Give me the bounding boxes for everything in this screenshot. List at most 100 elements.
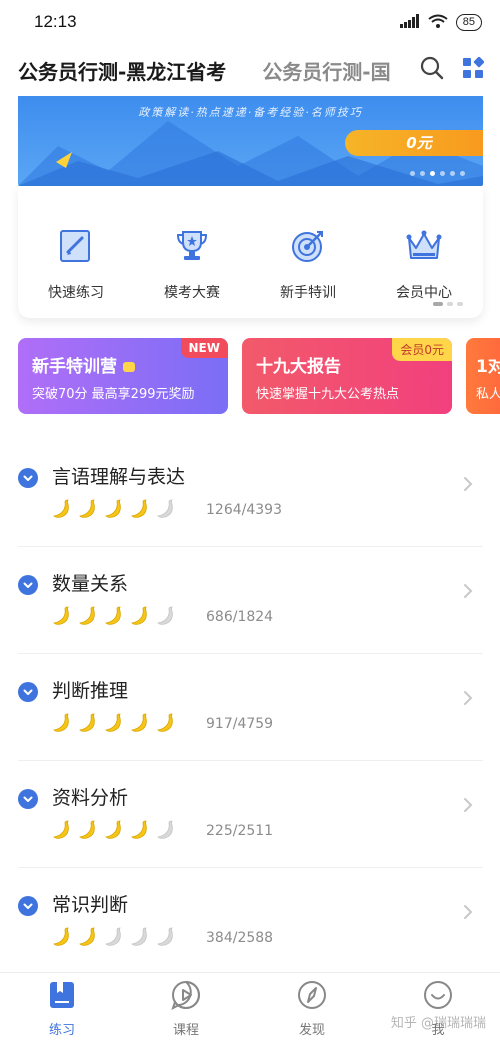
- subject-rating: [51, 819, 177, 845]
- compass-icon: [297, 980, 327, 1014]
- expand-chevron-icon[interactable]: [18, 468, 38, 488]
- banana-empty-icon: [129, 926, 151, 952]
- watermark: 知乎 @瑞瑞瑞瑞: [390, 1016, 486, 1031]
- banner-dot: [440, 171, 445, 176]
- subject-row[interactable]: 资料分析 225/2511: [18, 761, 483, 868]
- banana-empty-icon: [155, 498, 177, 524]
- quick-actions-card: 快速练习 模考大赛 新手特训 会员中心: [18, 186, 483, 318]
- trophy-icon: [174, 228, 210, 268]
- quick-actions-pagination: [433, 302, 463, 306]
- subject-progress-count: 225/2511: [206, 823, 274, 839]
- banana-filled-icon: [103, 819, 125, 845]
- subject-row[interactable]: 言语理解与表达 1264/4393: [18, 440, 483, 547]
- quick-action-newbie-training[interactable]: 新手特训: [258, 228, 358, 302]
- banana-empty-icon: [155, 819, 177, 845]
- subject-progress-count: 686/1824: [206, 609, 274, 625]
- subject-name: 言语理解与表达: [52, 466, 186, 488]
- promo-banner[interactable]: 政策解读·热点速递·备考经验·名师技巧 0元: [18, 96, 483, 186]
- quick-action-label: 快速练习: [48, 285, 104, 301]
- tab-heilongjiang-exam[interactable]: 公务员行测-黑龙江省考: [18, 56, 226, 85]
- banner-dot: [410, 171, 415, 176]
- banner-dot: [450, 171, 455, 176]
- subject-progress-count: 917/4759: [206, 716, 274, 732]
- expand-chevron-icon[interactable]: [18, 575, 38, 595]
- banner-price-badge: 0元: [345, 130, 483, 156]
- chevron-right-icon[interactable]: [463, 690, 473, 710]
- banana-filled-icon: [103, 605, 125, 631]
- header-actions: [420, 56, 485, 84]
- category-grid-icon[interactable]: [462, 56, 485, 83]
- promo-one-on-one[interactable]: 1对 私人: [466, 338, 500, 414]
- chat-bubble-icon: [122, 362, 135, 372]
- practice-book-icon: [58, 228, 94, 268]
- banana-filled-icon: [103, 712, 125, 738]
- quick-action-label: 模考大赛: [164, 285, 220, 301]
- banana-filled-icon: [51, 819, 73, 845]
- quick-action-label: 会员中心: [396, 285, 452, 301]
- wifi-icon: [428, 13, 448, 32]
- banana-filled-icon: [155, 712, 177, 738]
- subject-progress-count: 1264/4393: [206, 502, 282, 518]
- page-dot: [447, 302, 453, 306]
- search-icon[interactable]: [420, 56, 444, 84]
- course-play-icon: [171, 980, 201, 1014]
- banana-filled-icon: [77, 819, 99, 845]
- banana-filled-icon: [77, 498, 99, 524]
- banana-filled-icon: [129, 605, 151, 631]
- promo-newbie-camp[interactable]: 新手特训营 突破70分 最高享299元奖励 NEW: [18, 338, 228, 414]
- banana-filled-icon: [77, 712, 99, 738]
- tab-national-exam[interactable]: 公务员行测-国: [262, 56, 397, 85]
- banner-dot-active: [430, 171, 435, 176]
- chevron-right-icon[interactable]: [463, 476, 473, 496]
- subject-name: 常识判断: [52, 894, 129, 916]
- banner-tagline: 政策解读·热点速递·备考经验·名师技巧: [138, 106, 363, 119]
- expand-chevron-icon[interactable]: [18, 682, 38, 702]
- subject-name: 资料分析: [52, 787, 129, 809]
- quick-action-practice[interactable]: 快速练习: [26, 228, 126, 302]
- quick-action-label: 新手特训: [280, 285, 336, 301]
- quick-action-mock-exam[interactable]: 模考大赛: [142, 228, 242, 302]
- new-badge: NEW: [180, 338, 228, 358]
- banana-filled-icon: [51, 498, 73, 524]
- promo-subtitle: 快速掌握十九大公考热点: [256, 387, 400, 402]
- nav-discover[interactable]: 发现: [272, 981, 352, 1038]
- expand-chevron-icon[interactable]: [18, 896, 38, 916]
- chevron-right-icon[interactable]: [463, 904, 473, 924]
- nav-courses[interactable]: 课程: [146, 981, 226, 1038]
- banana-filled-icon: [129, 712, 151, 738]
- banana-filled-icon: [129, 498, 151, 524]
- banana-empty-icon: [155, 926, 177, 952]
- member-free-badge: 会员0元: [392, 338, 452, 361]
- banner-pagination: [410, 171, 465, 176]
- status-icons: 85: [399, 13, 482, 32]
- banana-filled-icon: [51, 605, 73, 631]
- subject-rating: [51, 605, 177, 631]
- subject-rating: [51, 926, 177, 952]
- banana-filled-icon: [77, 926, 99, 952]
- subject-row[interactable]: 数量关系 686/1824: [18, 547, 483, 654]
- subject-name: 判断推理: [52, 680, 129, 702]
- chevron-right-icon[interactable]: [463, 583, 473, 603]
- nav-practice[interactable]: 练习: [22, 981, 102, 1038]
- expand-chevron-icon[interactable]: [18, 789, 38, 809]
- subject-rating: [51, 712, 177, 738]
- promo-subtitle: 突破70分 最高享299元奖励: [32, 387, 195, 402]
- chevron-right-icon[interactable]: [463, 797, 473, 817]
- promo-congress-report[interactable]: 十九大报告 快速掌握十九大公考热点 会员0元: [242, 338, 452, 414]
- profile-smile-icon: [423, 980, 453, 1014]
- page-dot-active: [433, 302, 443, 306]
- subject-name: 数量关系: [52, 573, 129, 595]
- target-icon: [290, 228, 326, 268]
- nav-label: 发现: [298, 1023, 325, 1038]
- subject-progress-count: 384/2588: [206, 930, 274, 946]
- subject-row[interactable]: 常识判断 384/2588: [18, 868, 483, 975]
- crown-icon: [405, 228, 443, 268]
- signal-icon: [399, 13, 420, 32]
- quick-action-member-center[interactable]: 会员中心: [374, 228, 474, 302]
- promo-title: 1对: [476, 357, 500, 377]
- subject-row[interactable]: 判断推理 917/4759: [18, 654, 483, 761]
- banana-filled-icon: [77, 605, 99, 631]
- app-screen: 12:13 85 公务员行测-黑龙江省考 公务员行测-国 政策解读·热点速递·备…: [0, 0, 500, 1041]
- banana-filled-icon: [51, 712, 73, 738]
- nav-label: 练习: [48, 1023, 75, 1038]
